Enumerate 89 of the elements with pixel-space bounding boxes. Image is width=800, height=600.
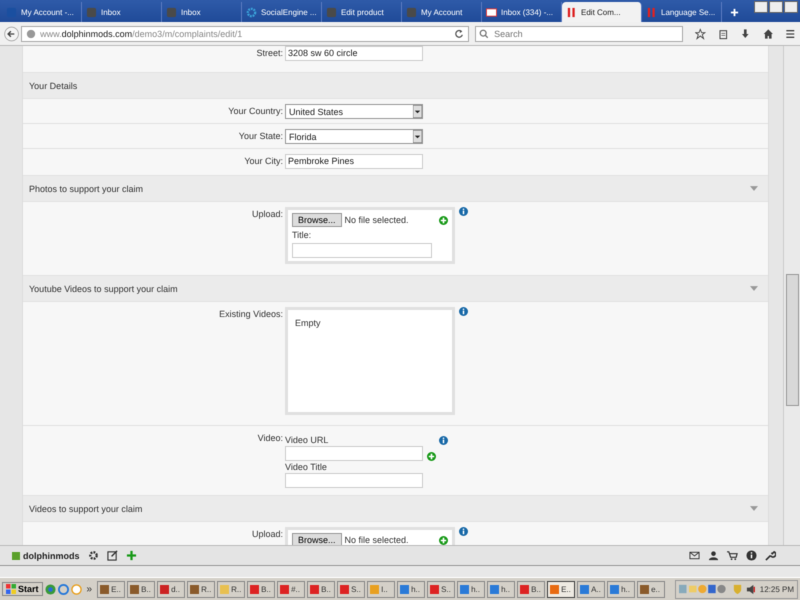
vertical-scrollbar[interactable] bbox=[783, 46, 800, 545]
browser-icon[interactable] bbox=[44, 584, 56, 594]
horizontal-scrollbar[interactable] bbox=[0, 565, 800, 577]
more-button[interactable]: » bbox=[84, 584, 96, 594]
field-label: Your State: bbox=[238, 131, 283, 141]
empty-text: Empty bbox=[295, 318, 321, 328]
section-title: Youtube Videos to support your claim bbox=[29, 284, 178, 294]
brand-name[interactable]: dolphinmods bbox=[23, 550, 80, 560]
section-title: Your Details bbox=[29, 80, 78, 90]
dropdown[interactable]: United States bbox=[285, 104, 423, 119]
new-tab-icon[interactable] bbox=[730, 8, 739, 17]
taskbar-item[interactable]: S.. bbox=[427, 580, 456, 598]
info-icon[interactable] bbox=[439, 436, 448, 445]
tab-favicon-icon bbox=[486, 6, 497, 18]
wrench-icon[interactable] bbox=[765, 550, 776, 561]
text-field[interactable]: 3208 sw 60 circle bbox=[285, 46, 423, 61]
taskbar-item[interactable]: B.. bbox=[517, 580, 546, 598]
tab-favicon-icon bbox=[166, 6, 177, 18]
info-icon[interactable] bbox=[459, 207, 468, 216]
field-label: Your Country: bbox=[228, 106, 283, 116]
start-button[interactable]: Start bbox=[2, 582, 43, 596]
download-icon[interactable] bbox=[740, 26, 751, 40]
home-icon[interactable] bbox=[762, 26, 774, 40]
browser-tab[interactable]: Edit Com... bbox=[562, 2, 642, 22]
taskbar-item[interactable]: R.. bbox=[187, 580, 216, 598]
taskbar-item[interactable]: h.. bbox=[397, 580, 426, 598]
taskbar-item[interactable]: A.. bbox=[577, 580, 606, 598]
taskbar-item[interactable]: B.. bbox=[127, 580, 156, 598]
taskbar-item[interactable]: E.. bbox=[547, 580, 576, 598]
field-label: Existing Videos: bbox=[219, 309, 283, 319]
gear-icon[interactable] bbox=[88, 550, 98, 561]
search-field[interactable]: Search bbox=[475, 26, 684, 42]
taskbar-item[interactable]: B.. bbox=[247, 580, 276, 598]
reload-icon[interactable] bbox=[454, 28, 464, 38]
taskbar-item[interactable]: E.. bbox=[97, 580, 126, 598]
video-title-field[interactable] bbox=[285, 473, 423, 488]
speaker-icon[interactable] bbox=[746, 584, 757, 594]
tab-favicon-icon bbox=[86, 6, 97, 18]
file-status: No file selected. bbox=[344, 535, 410, 545]
title-field[interactable] bbox=[292, 243, 432, 258]
field-label: Upload: bbox=[252, 529, 283, 539]
taskbar-item[interactable]: R.. bbox=[217, 580, 246, 598]
browser-icon[interactable] bbox=[58, 584, 69, 594]
dropdown[interactable]: Florida bbox=[285, 129, 423, 144]
taskbar-item[interactable]: I.. bbox=[367, 580, 396, 598]
dropdown-arrow-icon bbox=[413, 105, 422, 118]
taskbar-item[interactable]: B.. bbox=[307, 580, 336, 598]
tab-favicon-icon bbox=[246, 6, 257, 18]
info-icon[interactable] bbox=[459, 527, 468, 536]
video-url-field[interactable] bbox=[285, 446, 423, 461]
section-title: Videos to support your claim bbox=[29, 504, 142, 514]
text-field[interactable]: Pembroke Pines bbox=[285, 154, 423, 169]
taskbar-item[interactable]: h.. bbox=[457, 580, 486, 598]
dropdown-arrow-icon bbox=[413, 130, 422, 143]
window-controls-icon[interactable] bbox=[754, 1, 798, 13]
field-label: Video Title bbox=[285, 462, 328, 472]
tab-favicon-icon bbox=[646, 6, 657, 18]
cart-icon[interactable] bbox=[727, 550, 738, 561]
tab-favicon-icon bbox=[326, 6, 337, 18]
field-label: Title: bbox=[292, 230, 312, 240]
field-label: Street: bbox=[256, 48, 283, 58]
field-label: Video URL bbox=[285, 435, 330, 445]
star-icon[interactable] bbox=[695, 26, 706, 40]
edit-icon[interactable] bbox=[106, 550, 118, 561]
tab-favicon-icon bbox=[406, 6, 417, 18]
tab-favicon-icon bbox=[566, 6, 577, 18]
taskbar-item[interactable]: h.. bbox=[487, 580, 516, 598]
info-icon[interactable] bbox=[459, 307, 468, 316]
file-status: No file selected. bbox=[344, 215, 410, 225]
address-bar[interactable]: www.dolphinmods.com/demo3/m/complaints/edit/1 bbox=[21, 26, 470, 42]
taskbar-item[interactable]: d.. bbox=[157, 580, 186, 598]
field-label: Your City: bbox=[244, 156, 283, 166]
section-title: Photos to support your claim bbox=[29, 184, 144, 194]
browse-button[interactable]: Browse... bbox=[292, 213, 342, 227]
taskbar-item[interactable]: e.. bbox=[637, 580, 666, 598]
browse-button[interactable]: Browse... bbox=[292, 533, 342, 545]
user-icon[interactable] bbox=[708, 550, 719, 561]
add-icon[interactable] bbox=[126, 550, 136, 561]
taskbar-item[interactable]: h.. bbox=[607, 580, 636, 598]
taskbar-item[interactable]: #.. bbox=[277, 580, 306, 598]
mail-icon[interactable] bbox=[689, 550, 700, 561]
taskbar-item[interactable]: S.. bbox=[337, 580, 366, 598]
search-icon bbox=[479, 28, 490, 38]
field-label: Video: bbox=[258, 433, 283, 443]
clock: 12:25 PM bbox=[760, 584, 794, 594]
logo-icon bbox=[12, 552, 20, 560]
windows-flag-icon bbox=[6, 584, 16, 594]
info-icon[interactable] bbox=[746, 550, 757, 561]
field-label: Upload: bbox=[252, 209, 283, 219]
